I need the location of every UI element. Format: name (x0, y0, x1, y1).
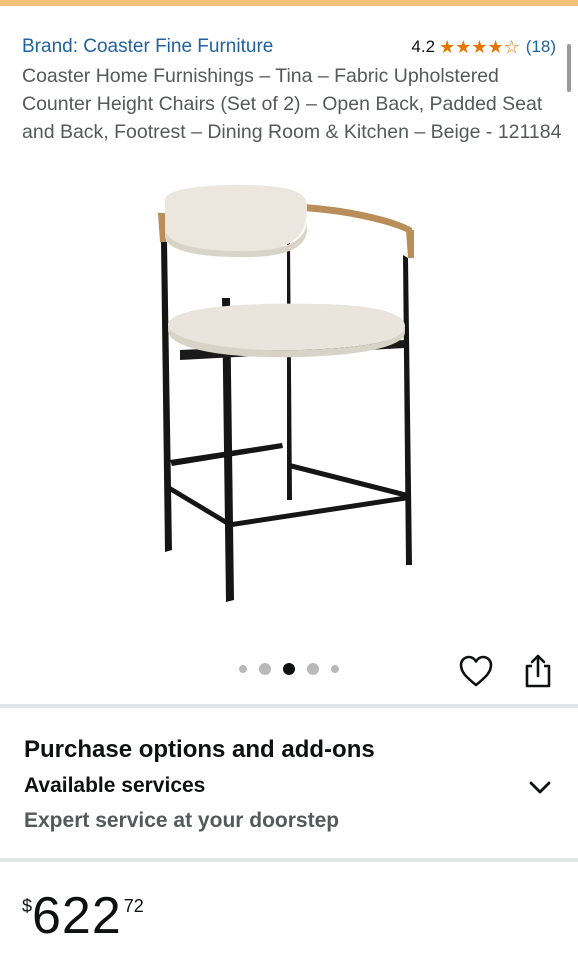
available-services-label: Available services (24, 774, 206, 797)
product-title: Coaster Home Furnishings – Tina – Fabric… (22, 65, 562, 143)
star-rating: ★ ★ ★ ★ ☆ (439, 38, 520, 56)
carousel-dot[interactable] (259, 663, 271, 675)
rating-value: 4.2 (411, 37, 436, 56)
chevron-down-icon[interactable] (528, 780, 552, 796)
star-full-icon: ★ (439, 37, 456, 57)
price-display: $ 622 72 (22, 888, 144, 944)
carousel-dot[interactable] (239, 665, 247, 673)
carousel-dot[interactable] (331, 665, 339, 673)
services-description: Expert service at your doorstep (24, 809, 340, 832)
price-currency: $ (22, 896, 33, 916)
star-full-icon: ★ (487, 37, 504, 57)
scrollbar-thumb[interactable] (567, 44, 571, 92)
price-fraction: 72 (123, 896, 144, 916)
carousel-dot-active[interactable] (283, 663, 295, 675)
image-carousel-dots[interactable] (233, 663, 345, 675)
price-whole: 622 (32, 887, 122, 945)
brand-link[interactable]: Brand: Coaster Fine Furniture (22, 36, 273, 58)
star-full-icon: ★ (455, 37, 472, 57)
rating-summary[interactable]: 4.2 ★ ★ ★ ★ ☆ (18) (411, 37, 556, 57)
product-image[interactable] (150, 180, 430, 610)
section-divider (0, 858, 578, 862)
purchase-options-section[interactable]: Purchase options and add-ons Available s… (0, 708, 578, 858)
star-empty-icon: ☆ (503, 37, 520, 57)
star-full-icon: ★ (471, 37, 488, 57)
review-count-link[interactable]: (18) (526, 37, 556, 57)
heart-icon[interactable] (458, 654, 494, 688)
purchase-options-heading: Purchase options and add-ons (24, 736, 375, 763)
carousel-dot[interactable] (307, 663, 319, 675)
top-accent-strip (0, 0, 578, 6)
brand-rating-row: Brand: Coaster Fine Furniture 4.2 ★ ★ ★ … (22, 34, 556, 60)
share-icon[interactable] (522, 652, 554, 690)
